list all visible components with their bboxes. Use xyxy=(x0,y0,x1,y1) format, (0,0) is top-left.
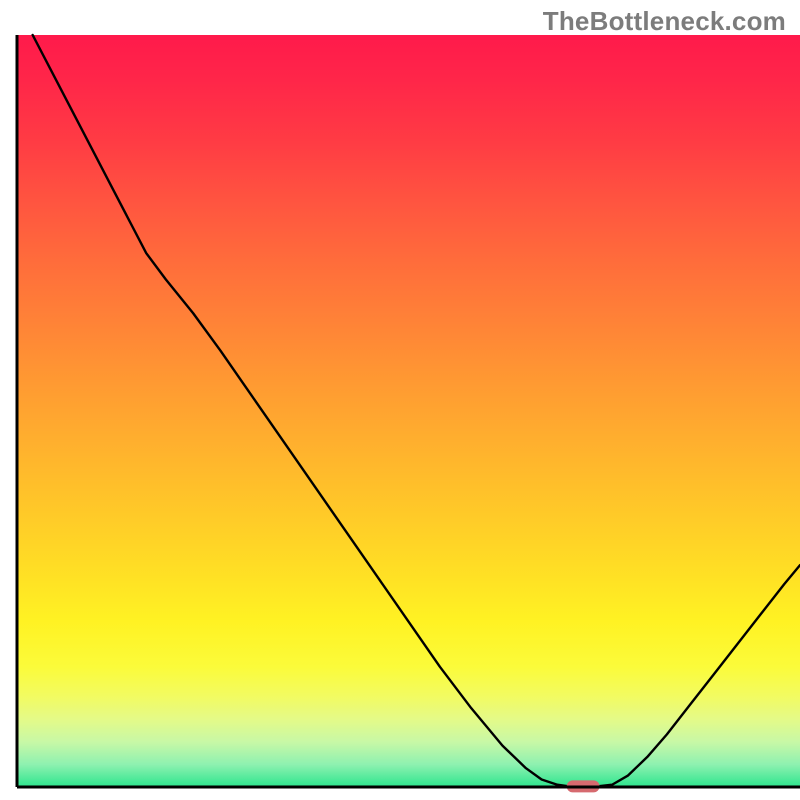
watermark-text: TheBottleneck.com xyxy=(543,6,786,37)
chart-container: TheBottleneck.com xyxy=(0,0,800,800)
bottleneck-chart xyxy=(0,0,800,800)
chart-background xyxy=(17,35,800,787)
